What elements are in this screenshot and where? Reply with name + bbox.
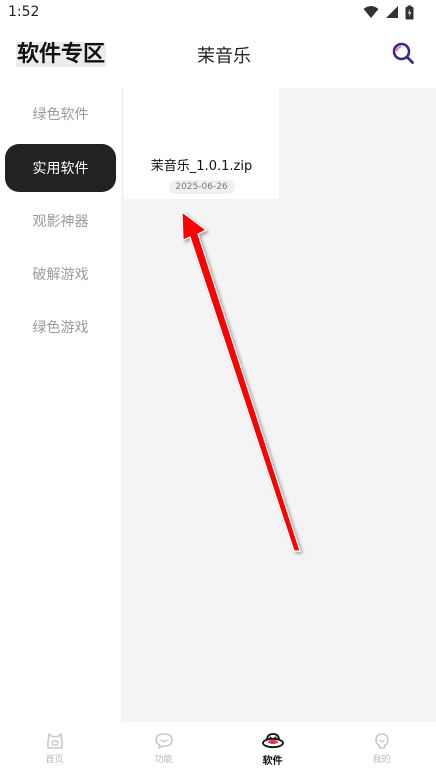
sidebar-item-label: 绿色游戏 (32, 320, 89, 336)
sidebar-item-label: 破解游戏 (32, 267, 89, 283)
nav-features[interactable]: 功能 (109, 722, 218, 775)
file-name: 茉音乐_1.0.1.zip (150, 159, 253, 174)
page-title-text: 软件专区 (16, 42, 107, 67)
nav-features-label: 功能 (154, 755, 173, 765)
sidebar-item-green-software[interactable]: 绿色软件 (5, 90, 116, 138)
file-list: 茉音乐_1.0.1.zip 2025-06-26 (121, 88, 436, 722)
app-title-text: 茉音乐 (197, 46, 251, 67)
search-icon (392, 42, 414, 64)
file-date-badge: 2025-06-26 (168, 180, 235, 194)
sidebar-item-label: 实用软件 (32, 161, 89, 177)
profile-icon (374, 733, 389, 749)
bottom-navigation: 首页 功能 软件 我的 (0, 722, 436, 775)
header: 软件专区 茉音乐 (0, 28, 436, 84)
sidebar-item-cracked-games[interactable]: 破解游戏 (5, 250, 116, 298)
signal-icon (386, 6, 398, 18)
sidebar-item-label: 观影神器 (32, 214, 89, 230)
page-title: 软件专区 (16, 36, 107, 68)
nav-profile[interactable]: 我的 (327, 722, 436, 775)
status-bar: 1:52 (0, 0, 436, 26)
search-button[interactable] (388, 38, 418, 68)
nav-software[interactable]: 软件 (218, 722, 327, 775)
category-sidebar: 绿色软件 实用软件 观影神器 破解游戏 绿色游戏 (0, 88, 121, 723)
sidebar-item-label: 绿色软件 (32, 107, 89, 123)
software-ufo-icon (261, 733, 284, 749)
nav-home[interactable]: 首页 (0, 722, 109, 775)
nav-home-label: 首页 (45, 755, 64, 765)
chat-bubble-icon (154, 733, 173, 749)
nav-software-label: 软件 (262, 756, 283, 767)
nav-profile-label: 我的 (372, 755, 391, 765)
status-time: 1:52 (8, 4, 40, 20)
home-cat-icon (46, 733, 63, 749)
wifi-icon (363, 6, 379, 18)
sidebar-item-green-games[interactable]: 绿色游戏 (5, 303, 116, 351)
sidebar-item-movie-tools[interactable]: 观影神器 (5, 197, 116, 245)
sidebar-item-utility-software[interactable]: 实用软件 (5, 144, 116, 192)
file-card[interactable]: 茉音乐_1.0.1.zip 2025-06-26 (124, 88, 279, 199)
battery-icon (405, 5, 414, 19)
status-icons (363, 4, 414, 20)
